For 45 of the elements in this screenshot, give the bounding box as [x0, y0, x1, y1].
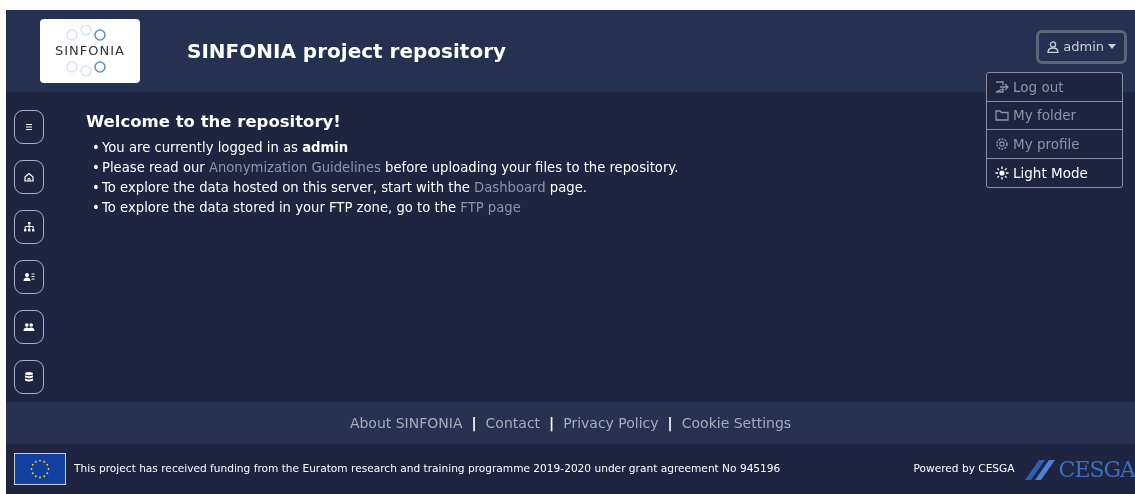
cesga-logo-text: CESGA [1058, 455, 1135, 484]
logo-text: SINFONIA [55, 42, 125, 61]
database-icon [23, 371, 35, 383]
user-menu-button[interactable]: admin [1036, 30, 1127, 64]
text-link[interactable]: Dashboard [474, 179, 546, 195]
sidebar-button[interactable] [14, 260, 44, 294]
footer-link[interactable]: Contact [485, 412, 541, 434]
footer-link[interactable]: About SINFONIA [349, 412, 463, 434]
sun-icon [995, 165, 1009, 180]
folder-icon [995, 108, 1009, 123]
text-link[interactable]: Anonymization Guidelines [208, 159, 381, 175]
footer-link[interactable]: Privacy Policy [563, 412, 659, 434]
gear-icon [995, 136, 1009, 151]
sidebar-button[interactable] [14, 110, 44, 144]
bullet-text: You are currently logged in as admin [102, 139, 349, 155]
sidebar-button[interactable] [14, 360, 44, 394]
footer-link[interactable]: Cookie Settings [681, 412, 792, 434]
eu-flag-icon [14, 453, 66, 485]
separator: | [471, 413, 477, 434]
sidebar-button[interactable] [14, 160, 44, 194]
bullet-marker: • [92, 138, 101, 157]
menu-item[interactable]: Light Mode [987, 158, 1122, 187]
page-title: SINFONIA project repository [187, 38, 507, 65]
bullet-text: To explore the data stored in your FTP zone, go to the FTP page [102, 199, 521, 215]
welcome-heading: Welcome to the repository! [86, 112, 342, 132]
separator: | [667, 413, 673, 434]
sidebar-button[interactable] [14, 310, 44, 344]
users-icon [23, 321, 35, 333]
bullet-text: Please read our Anonymization Guidelines before uploading your files to the repository. [102, 159, 679, 175]
user-icon [1047, 40, 1060, 53]
caret-icon [1108, 44, 1116, 50]
sidebar-button[interactable] [14, 210, 44, 244]
separator: | [549, 413, 555, 434]
contact-list-icon [23, 271, 35, 283]
bullet-text: To explore the data hosted on this server, start with the Dashboard page. [102, 179, 587, 195]
powered-by-text: Powered by CESGA [913, 461, 1015, 477]
log-out-icon [995, 79, 1009, 94]
bullet-marker: • [92, 198, 101, 217]
funding-text: This project has received funding from the Euratom research and training programme 2019-2020 under grant agreement No 945196 [74, 461, 781, 477]
hierarchy-icon [23, 221, 35, 233]
bullet-marker: • [92, 178, 101, 197]
menu-icon [23, 121, 35, 133]
home-icon [23, 171, 35, 183]
bullet-marker: • [92, 158, 101, 177]
text-link[interactable]: FTP page [460, 199, 521, 215]
